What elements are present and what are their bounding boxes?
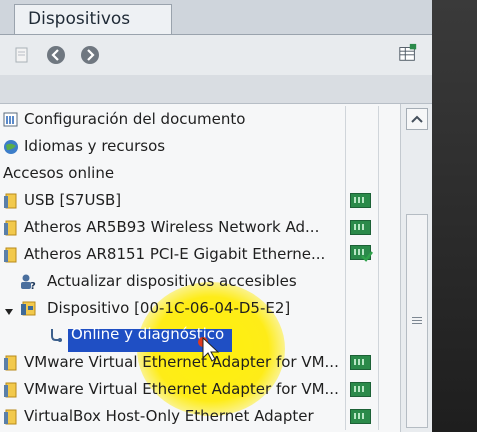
- tree-item-label: VirtualBox Host-Only Ethernet Adapter: [24, 407, 314, 425]
- tab-bar: Dispositivos: [0, 0, 432, 35]
- tree-item-label: Actualizar dispositivos accesibles: [47, 272, 297, 290]
- tree-item-configuracion[interactable]: Configuración del documento: [0, 106, 400, 133]
- dark-side-strip: [432, 0, 477, 432]
- scroll-up-button[interactable]: [406, 108, 428, 130]
- vertical-scrollbar[interactable]: [400, 104, 433, 432]
- svg-text:?: ?: [30, 281, 36, 290]
- tree-item-label: Dispositivo [00-1C-06-04-D5-E2]: [47, 299, 291, 317]
- new-item-icon[interactable]: [12, 45, 32, 65]
- back-icon[interactable]: [46, 45, 66, 65]
- folder-icon: [3, 354, 19, 371]
- device-tree: Configuración del documento Idiomas y re…: [0, 104, 400, 432]
- tree-item-label: Accesos online: [3, 164, 115, 182]
- tree-item-label: Configuración del documento: [24, 110, 246, 128]
- network-adapter-icon: [350, 355, 371, 370]
- tree-item-virtualbox[interactable]: VirtualBox Host-Only Ethernet Adapter: [0, 403, 400, 430]
- tree-item-label: USB [S7USB]: [24, 191, 122, 209]
- devices-panel: Dispositivos Configuración del documento: [0, 0, 433, 432]
- tree-item-accesos-online[interactable]: Accesos online: [0, 160, 400, 187]
- network-adapter-icon: [350, 382, 371, 397]
- document-settings-icon: [3, 111, 19, 128]
- toolbar: [0, 35, 432, 75]
- folder-icon: [3, 408, 19, 425]
- folder-icon: [3, 219, 19, 236]
- tree-item-label: VMware Virtual Ethernet Adapter for VM..…: [24, 380, 339, 398]
- network-adapter-icon: [350, 220, 371, 235]
- tree-item-label: Atheros AR5B93 Wireless Network Ad...: [24, 218, 320, 236]
- network-adapter-icon: [350, 193, 371, 208]
- expand-arrow-icon[interactable]: [4, 303, 14, 321]
- forward-icon[interactable]: [80, 45, 100, 65]
- tree-item-idiomas[interactable]: Idiomas y recursos: [0, 133, 400, 160]
- folder-icon: [3, 246, 19, 263]
- checkmark-icon: [360, 249, 374, 267]
- tree-item-vmware-1[interactable]: VMware Virtual Ethernet Adapter for VM..…: [0, 349, 400, 376]
- tree-item-atheros-gigabit[interactable]: Atheros AR8151 PCI-E Gigabit Etherne...: [0, 241, 400, 268]
- folder-icon: [3, 192, 19, 209]
- tree-item-label: VMware Virtual Ethernet Adapter for VM..…: [24, 353, 339, 371]
- table-view-icon[interactable]: [398, 43, 418, 63]
- tree-item-label: Atheros AR8151 PCI-E Gigabit Etherne...: [24, 245, 326, 263]
- folder-icon: [3, 381, 19, 398]
- tree-item-actualizar[interactable]: ? Actualizar dispositivos accesibles: [0, 268, 400, 295]
- tree-item-label: Idiomas y recursos: [24, 137, 166, 155]
- plc-device-icon: [20, 300, 36, 317]
- diagnostics-icon: [48, 327, 64, 344]
- scrollbar-thumb[interactable]: [406, 214, 428, 428]
- tree-item-atheros-wireless[interactable]: Atheros AR5B93 Wireless Network Ad...: [0, 214, 400, 241]
- network-adapter-icon: [350, 409, 371, 424]
- tree-item-usb[interactable]: USB [S7USB]: [0, 187, 400, 214]
- tree-item-vmware-2[interactable]: VMware Virtual Ethernet Adapter for VM..…: [0, 376, 400, 403]
- refresh-devices-icon: ?: [19, 273, 36, 292]
- tree-item-dispositivo[interactable]: Dispositivo [00-1C-06-04-D5-E2]: [0, 295, 400, 322]
- globe-icon: [3, 138, 19, 155]
- tab-dispositivos[interactable]: Dispositivos: [14, 4, 172, 34]
